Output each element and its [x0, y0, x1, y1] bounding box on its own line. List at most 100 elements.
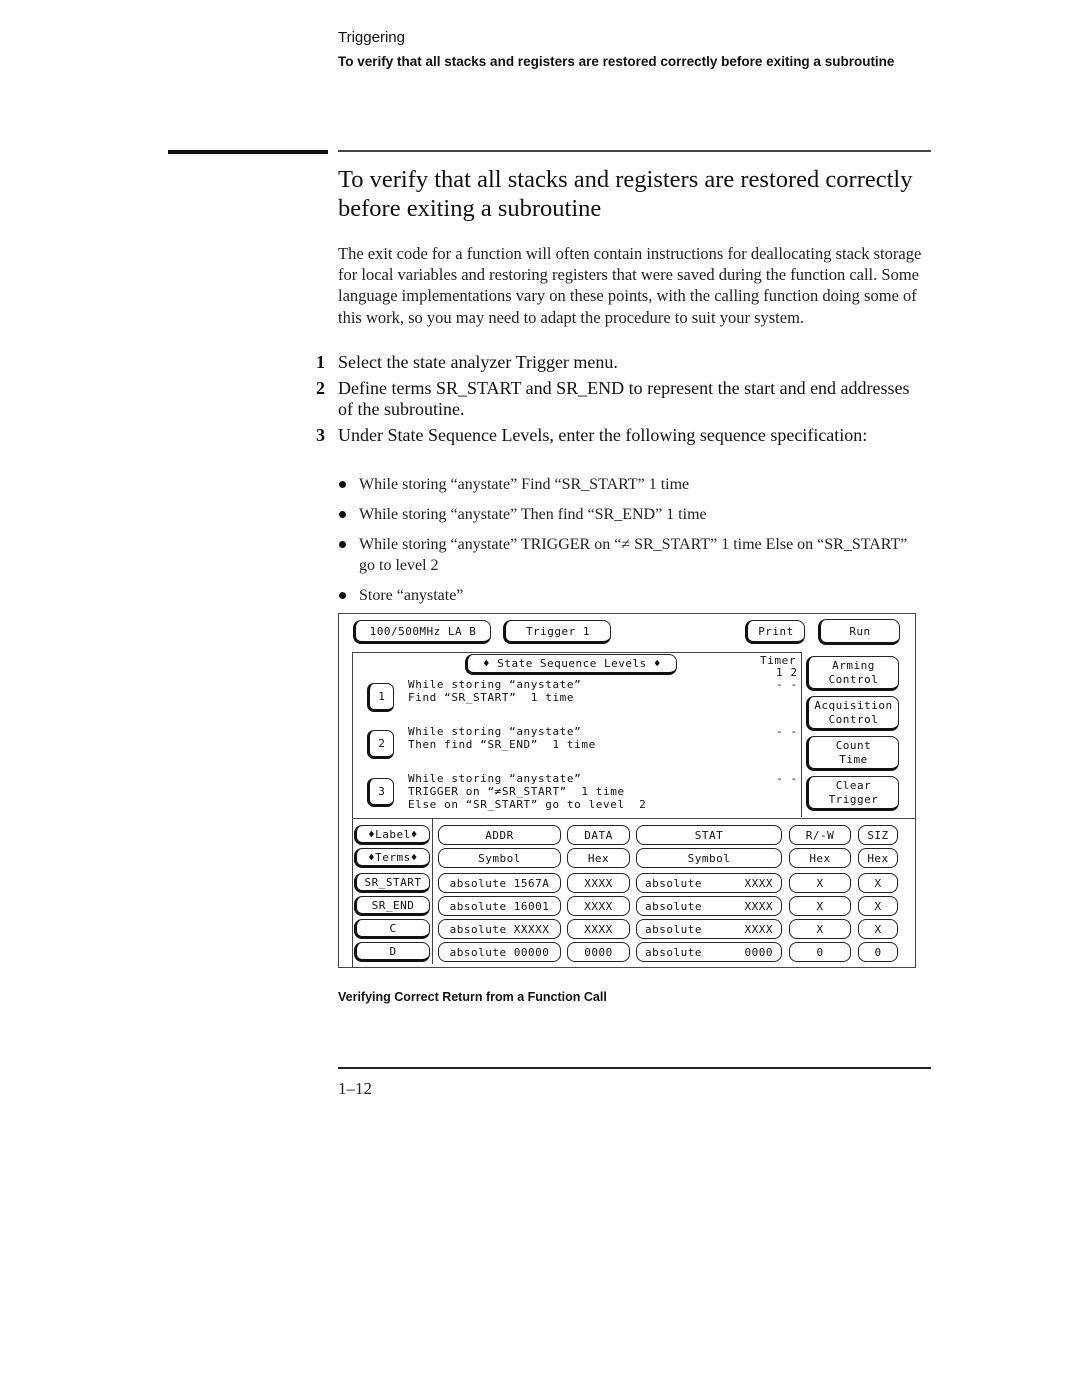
arming-control-line-2: Control [828, 672, 879, 686]
running-header-subtitle: To verify that all stacks and registers … [338, 54, 895, 69]
clear-trigger-line-1: Clear [835, 778, 872, 792]
sequence-level-3-button[interactable]: 3 [367, 778, 394, 807]
procedure-steps: 1 Select the state analyzer Trigger menu.… [316, 352, 926, 451]
term-stat-value[interactable]: absolute XXXX [636, 896, 782, 916]
clear-trigger-line-2: Trigger [828, 792, 879, 806]
state-sequence-levels-selector[interactable]: ♦ State Sequence Levels ♦ [465, 654, 677, 675]
format-siz[interactable]: Hex [858, 848, 898, 868]
column-header-addr[interactable]: ADDR [438, 825, 561, 845]
running-header-section: Triggering [338, 29, 405, 46]
run-button[interactable]: Run [818, 619, 900, 645]
term-data-value[interactable]: XXXX [567, 896, 630, 916]
step-text: Select the state analyzer Trigger menu. [338, 352, 618, 372]
level-2-line-1[interactable]: While storing “anystate” [408, 725, 581, 738]
step-text: Define terms SR_START and SR_END to repr… [338, 378, 910, 419]
term-siz-value[interactable]: X [858, 919, 898, 939]
terms-selector-button[interactable]: ♦Terms♦ [354, 848, 430, 868]
bullet-item: Store “anystate” [338, 585, 918, 606]
term-stat-mode: absolute [645, 899, 702, 913]
analyzer-select-button[interactable]: 100/500MHz LA B [353, 620, 491, 644]
sequence-bullets: While storing “anystate” Find “SR_START”… [338, 474, 918, 615]
term-name-d[interactable]: D [354, 942, 430, 962]
term-addr-value[interactable]: absolute XXXXX [438, 919, 561, 939]
step-number: 3 [316, 425, 325, 445]
term-data-value[interactable]: XXXX [567, 873, 630, 893]
page-title: To verify that all stacks and registers … [338, 166, 913, 222]
level-2-timer: - - [776, 725, 798, 738]
level-3-line-3[interactable]: Else on “SR_START” go to level 2 [408, 798, 646, 811]
trigger-menu-button[interactable]: Trigger 1 [503, 620, 611, 644]
bullet-text: While storing “anystate” TRIGGER on “≠ S… [359, 536, 908, 574]
level-2-line-2[interactable]: Then find “SR_END” 1 time [408, 738, 596, 751]
column-header-siz[interactable]: SIZ [858, 825, 898, 845]
term-stat-mode: absolute [645, 922, 702, 936]
term-stat-pattern: 0000 [744, 945, 773, 959]
term-rw-value[interactable]: X [789, 919, 851, 939]
clear-trigger-button[interactable]: Clear Trigger [806, 776, 899, 811]
bullet-text: While storing “anystate” Find “SR_START”… [359, 476, 690, 493]
term-stat-mode: absolute [645, 945, 702, 959]
term-stat-mode: absolute [645, 876, 702, 890]
sequence-level-1-button[interactable]: 1 [367, 683, 394, 712]
column-header-rw[interactable]: R/-W [789, 825, 851, 845]
print-button[interactable]: Print [745, 620, 805, 644]
bullet-item: While storing “anystate” Find “SR_START”… [338, 474, 918, 495]
column-header-data[interactable]: DATA [567, 825, 630, 845]
term-rw-value[interactable]: X [789, 873, 851, 893]
figure-caption: Verifying Correct Return from a Function… [338, 990, 607, 1004]
bullet-icon [339, 541, 346, 548]
count-time-line-1: Count [835, 738, 872, 752]
side-panel-divider [801, 652, 802, 817]
term-addr-value[interactable]: absolute 00000 [438, 942, 561, 962]
term-addr-value[interactable]: absolute 16001 [438, 896, 561, 916]
bullet-item: While storing “anystate” Then find “SR_E… [338, 504, 918, 525]
level-3-line-1[interactable]: While storing “anystate” [408, 772, 581, 785]
bullet-icon [339, 481, 346, 488]
count-time-line-2: Time [839, 752, 868, 766]
level-1-line-2[interactable]: Find “SR_START” 1 time [408, 691, 574, 704]
label-selector-button[interactable]: ♦Label♦ [354, 825, 430, 845]
step-item: 3 Under State Sequence Levels, enter the … [316, 425, 926, 446]
bullet-item: While storing “anystate” TRIGGER on “≠ S… [338, 534, 918, 576]
term-data-value[interactable]: 0000 [567, 942, 630, 962]
format-stat[interactable]: Symbol [636, 848, 782, 868]
term-siz-value[interactable]: 0 [858, 942, 898, 962]
term-data-value[interactable]: XXXX [567, 919, 630, 939]
arming-control-button[interactable]: Arming Control [806, 656, 899, 691]
acquisition-control-button[interactable]: Acquisition Control [806, 696, 899, 731]
term-stat-value[interactable]: absolute XXXX [636, 919, 782, 939]
analyzer-screen: 100/500MHz LA B Trigger 1 Print Run ♦ St… [338, 613, 916, 968]
term-stat-pattern: XXXX [744, 922, 773, 936]
footer-rule [338, 1067, 931, 1069]
step-item: 1 Select the state analyzer Trigger menu. [316, 352, 926, 373]
term-name-sr-start[interactable]: SR_START [354, 873, 430, 893]
level-3-line-2[interactable]: TRIGGER on “≠SR_START” 1 time [408, 785, 625, 798]
bullet-icon [339, 592, 346, 599]
term-addr-value[interactable]: absolute 1567A [438, 873, 561, 893]
intro-paragraph: The exit code for a function will often … [338, 244, 922, 327]
bullet-text: Store “anystate” [359, 587, 464, 604]
format-rw[interactable]: Hex [789, 848, 851, 868]
format-data[interactable]: Hex [567, 848, 630, 868]
step-item: 2 Define terms SR_START and SR_END to rep… [316, 378, 926, 420]
term-stat-pattern: XXXX [744, 899, 773, 913]
term-siz-value[interactable]: X [858, 873, 898, 893]
page-number: 1–12 [338, 1079, 372, 1098]
term-rw-value[interactable]: 0 [789, 942, 851, 962]
term-stat-pattern: XXXX [744, 876, 773, 890]
term-stat-value[interactable]: absolute 0000 [636, 942, 782, 962]
term-rw-value[interactable]: X [789, 896, 851, 916]
term-name-c[interactable]: C [354, 919, 430, 939]
sequence-level-2-button[interactable]: 2 [367, 730, 394, 759]
acquisition-control-line-1: Acquisition [814, 698, 893, 712]
level-1-line-1[interactable]: While storing “anystate” [408, 678, 581, 691]
bullet-icon [339, 511, 346, 518]
arming-control-line-1: Arming [832, 658, 875, 672]
term-stat-value[interactable]: absolute XXXX [636, 873, 782, 893]
term-siz-value[interactable]: X [858, 896, 898, 916]
column-header-stat[interactable]: STAT [636, 825, 782, 845]
count-time-button[interactable]: Count Time [806, 736, 899, 771]
term-name-sr-end[interactable]: SR_END [354, 896, 430, 916]
format-addr[interactable]: Symbol [438, 848, 561, 868]
step-number: 1 [316, 352, 325, 372]
